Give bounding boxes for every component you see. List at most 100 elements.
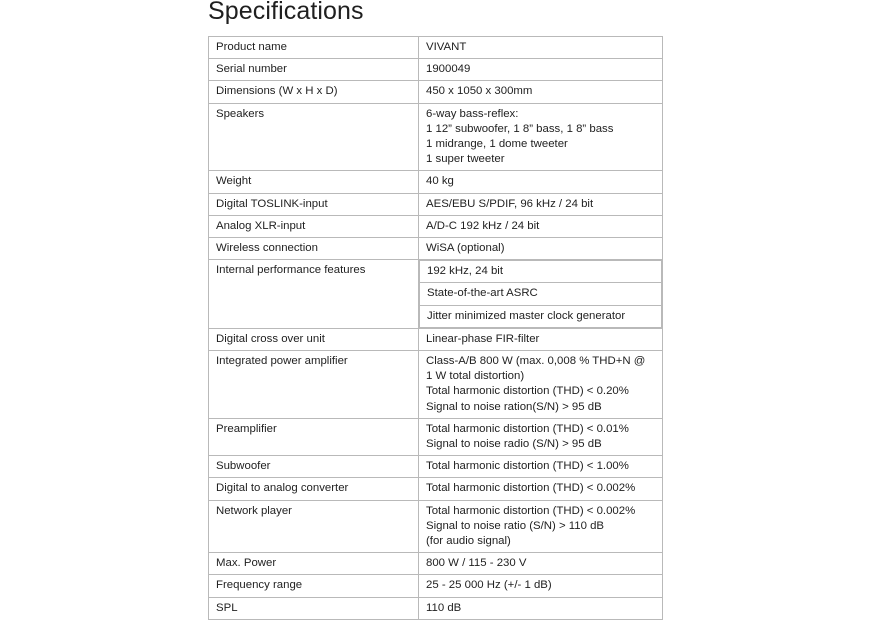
spec-value-lines: Class-A/B 800 W (max. 0,008 % THD+N @ 1 W…: [426, 354, 656, 415]
spec-value-lines: WiSA (optional): [426, 241, 656, 256]
spec-value-line: 800 W / 115 - 230 V: [426, 557, 527, 570]
spec-value-lines: 25 - 25 000 Hz (+/- 1 dB): [426, 578, 656, 593]
spec-subrow-table: 192 kHz, 24 bit State-of-the-art ASRC Jitt…: [419, 260, 662, 328]
spec-value-line: 450 x 1050 x 300mm: [426, 85, 533, 98]
spec-value-line: 1 W total distortion): [426, 370, 525, 383]
spec-value-lines: Total harmonic distortion (THD) < 0.01% S…: [426, 422, 656, 452]
spec-value-lines: AES/EBU S/PDIF, 96 kHz / 24 bit: [426, 197, 656, 212]
table-row: Preamplifier Total harmonic distortion (T…: [208, 417, 663, 457]
spec-subrow: 192 kHz, 24 bit: [419, 260, 662, 284]
spec-value-lines: A/D-C 192 kHz / 24 bit: [426, 219, 656, 234]
table-row: Frequency range 25 - 25 000 Hz (+/- 1 dB): [208, 574, 663, 598]
spec-subrow: Jitter minimized master clock generator: [419, 304, 662, 328]
spec-value-line: Total harmonic distortion (THD) < 0.002%: [426, 504, 636, 517]
table-row: Subwoofer Total harmonic distortion (THD)…: [208, 455, 663, 479]
spec-value-lines: 6-way bass-reflex: 1 12” subwoofer, 1 8” …: [426, 107, 656, 168]
spec-value-cell: 450 x 1050 x 300mm: [418, 80, 663, 104]
spec-value-lines: 110 dB: [426, 601, 656, 616]
spec-value-cell: 110 dB: [418, 596, 663, 620]
spec-label-cell: Integrated power amplifier: [208, 350, 419, 419]
spec-label-cell: Serial number: [208, 58, 419, 82]
spec-value-cell: WiSA (optional): [418, 237, 663, 261]
table-row: Product name VIVANT: [208, 35, 663, 60]
specifications-table: Product name VIVANT Serial number 1900049 Di…: [208, 35, 663, 620]
table-row: Network player Total harmonic distortion …: [208, 499, 663, 554]
spec-label-cell: Network player: [208, 499, 419, 554]
spec-value-cell: Class-A/B 800 W (max. 0,008 % THD+N @ 1 W…: [418, 350, 663, 419]
spec-value-cell: 6-way bass-reflex: 1 12” subwoofer, 1 8” …: [418, 102, 663, 172]
spec-label-cell: Digital cross over unit: [208, 327, 419, 352]
spec-label-cell: Digital to analog converter: [208, 477, 419, 501]
spec-value-line: (for audio signal): [426, 535, 511, 548]
spec-subvalue-cell: 192 kHz, 24 bit: [419, 260, 662, 284]
spec-value-line: Total harmonic distortion (THD) < 0.01%: [426, 422, 629, 435]
spec-value-lines: 450 x 1050 x 300mm: [426, 84, 656, 99]
spec-value-cell: 800 W / 115 - 230 V: [418, 552, 663, 576]
spec-value-line: 25 - 25 000 Hz (+/- 1 dB): [426, 579, 552, 592]
spec-value-cell: VIVANT: [418, 35, 663, 60]
spec-value-line: Signal to noise radio (S/N) > 95 dB: [426, 438, 602, 451]
table-row: Analog XLR-input A/D-C 192 kHz / 24 bit: [208, 214, 663, 239]
spec-value-line: 1 super tweeter: [426, 153, 505, 166]
table-row: Digital TOSLINK-input AES/EBU S/PDIF, 96 …: [208, 192, 663, 216]
spec-value-lines: 1900049: [426, 62, 656, 77]
spec-value-line: Signal to noise ration(S/N) > 95 dB: [426, 400, 602, 413]
spec-value-line: 1900049: [426, 63, 471, 76]
spec-value-line: Linear-phase FIR-filter: [426, 332, 540, 345]
table-row: Serial number 1900049: [208, 58, 663, 82]
spec-subvalue-cell: State-of-the-art ASRC: [419, 282, 662, 306]
spec-label-cell: SPL: [208, 596, 419, 620]
spec-label-cell: Product name: [208, 35, 419, 60]
spec-value-line: 6-way bass-reflex:: [426, 107, 519, 120]
spec-value-lines: Total harmonic distortion (THD) < 0.002%: [426, 481, 656, 496]
spec-value-line: 110 dB: [426, 601, 462, 614]
spec-value-lines: VIVANT: [426, 40, 656, 55]
spec-label-cell: Digital TOSLINK-input: [208, 192, 419, 216]
spec-value-line: AES/EBU S/PDIF, 96 kHz / 24 bit: [426, 197, 594, 210]
spec-value-line: Total harmonic distortion (THD) < 0.002%: [426, 482, 636, 495]
table-row: Weight 40 kg: [208, 170, 663, 194]
spec-value-line: VIVANT: [426, 41, 467, 53]
spec-value-cell: Total harmonic distortion (THD) < 0.002%…: [418, 499, 663, 554]
spec-value-lines: 800 W / 115 - 230 V: [426, 556, 656, 571]
table-row: Internal performance features 192 kHz, 24…: [208, 259, 663, 329]
spec-value-cell: AES/EBU S/PDIF, 96 kHz / 24 bit: [418, 192, 663, 216]
specifications-page: Specifications Product name VIVANT Serial …: [0, 0, 870, 620]
spec-label-cell: Wireless connection: [208, 237, 419, 261]
spec-value-cell: A/D-C 192 kHz / 24 bit: [418, 214, 663, 239]
spec-value-cell-subrows: 192 kHz, 24 bit State-of-the-art ASRC Jitt…: [418, 259, 663, 329]
spec-value-line: Class-A/B 800 W (max. 0,008 % THD+N @: [426, 355, 646, 368]
spec-value-cell: 1900049: [418, 58, 663, 82]
table-row: Wireless connection WiSA (optional): [208, 237, 663, 261]
table-row: Digital cross over unit Linear-phase FIR-…: [208, 327, 663, 352]
spec-value-cell: 25 - 25 000 Hz (+/- 1 dB): [418, 574, 663, 598]
spec-label-cell: Speakers: [208, 102, 419, 172]
spec-value-line: 1 midrange, 1 dome tweeter: [426, 138, 568, 151]
spec-value-cell: Total harmonic distortion (THD) < 0.002%: [418, 477, 663, 501]
spec-value-line: WiSA (optional): [426, 242, 505, 255]
spec-value-line: Signal to noise ratio (S/N) > 110 dB: [426, 519, 605, 532]
table-row: Dimensions (W x H x D) 450 x 1050 x 300mm: [208, 80, 663, 104]
table-row: Speakers 6-way bass-reflex: 1 12” subwoofe…: [208, 102, 663, 172]
spec-label-cell: Preamplifier: [208, 417, 419, 457]
spec-value-cell: Total harmonic distortion (THD) < 0.01% S…: [418, 417, 663, 457]
spec-value-lines: Total harmonic distortion (THD) < 1.00%: [426, 459, 656, 474]
spec-subvalue-cell: Jitter minimized master clock generator: [419, 304, 662, 328]
spec-value-cell: 40 kg: [418, 170, 663, 194]
spec-label-cell: Max. Power: [208, 552, 419, 576]
table-row: Max. Power 800 W / 115 - 230 V: [208, 552, 663, 576]
spec-label-cell: Weight: [208, 170, 419, 194]
spec-value-line: Total harmonic distortion (THD) < 0.20%: [426, 385, 629, 398]
specifications-table-body: Product name VIVANT Serial number 1900049 Di…: [208, 35, 663, 620]
spec-value-line: Total harmonic distortion (THD) < 1.00%: [426, 460, 629, 473]
spec-value-lines: Linear-phase FIR-filter: [426, 332, 656, 347]
spec-label-cell: Analog XLR-input: [208, 214, 419, 239]
spec-label-cell: Internal performance features: [208, 259, 419, 329]
spec-label-cell: Dimensions (W x H x D): [208, 80, 419, 104]
spec-value-lines: Total harmonic distortion (THD) < 0.002%…: [426, 504, 656, 550]
spec-label-cell: Subwoofer: [208, 455, 419, 479]
spec-value-cell: Total harmonic distortion (THD) < 1.00%: [418, 455, 663, 479]
table-row: Digital to analog converter Total harmoni…: [208, 477, 663, 501]
spec-value-cell: Linear-phase FIR-filter: [418, 327, 663, 352]
page-title: Specifications: [208, 0, 364, 25]
